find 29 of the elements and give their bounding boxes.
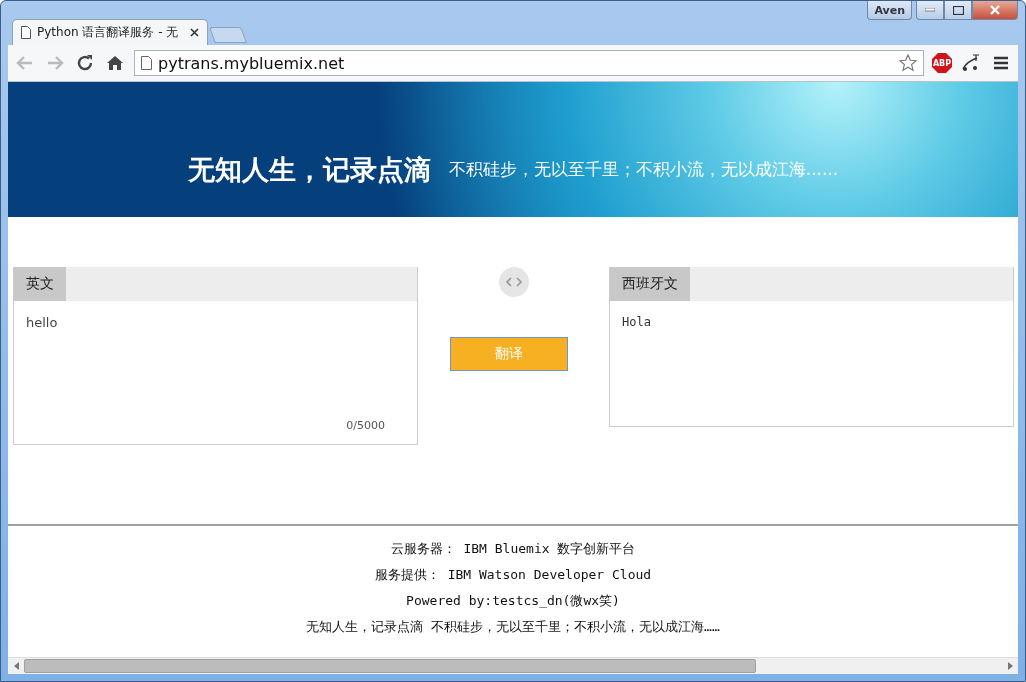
- site-slogan: 不积硅步，无以至千里；不积小流，无以成江海......: [448, 158, 839, 181]
- page-icon: [21, 26, 31, 39]
- source-text[interactable]: hello: [14, 301, 417, 419]
- code-brackets-icon: [505, 277, 522, 287]
- footer-text: 无知人生，记录点滴 不积硅步，无以至千里；不积小流，无以成江海……: [306, 618, 720, 636]
- character-counter: 0/5000: [346, 419, 385, 432]
- maximize-icon: [952, 5, 964, 15]
- language-tab[interactable]: 英文: [14, 267, 66, 301]
- swap-button[interactable]: [498, 267, 529, 297]
- close-icon: [990, 5, 1000, 15]
- horizontal-scrollbar[interactable]: [8, 657, 1018, 674]
- close-icon[interactable]: [190, 28, 199, 37]
- footer-text: 服务提供： IBM Watson Developer Cloud: [374, 566, 652, 584]
- site-title: 无知人生，记录点滴: [187, 152, 431, 187]
- profile-button[interactable]: Aven: [867, 1, 912, 20]
- address-bar[interactable]: pytrans.mybluemix.net: [134, 50, 924, 76]
- browser-tab[interactable]: Python 语言翻译服务 - 无: [12, 19, 208, 45]
- scroll-left-icon[interactable]: [13, 662, 19, 670]
- language-tab[interactable]: 西班牙文: [610, 267, 690, 301]
- translated-text: Hola: [621, 314, 652, 331]
- maximize-button[interactable]: [944, 1, 972, 20]
- minimize-icon: [925, 8, 935, 12]
- scroll-right-icon[interactable]: [1007, 662, 1013, 670]
- footer-text: Powered by:testcs_dn(微wx笑): [406, 592, 620, 610]
- adblock-button[interactable]: ABP: [932, 53, 952, 73]
- page-icon: [141, 56, 152, 70]
- footer-text: 云服务器： IBM Bluemix 数字创新平台: [390, 540, 636, 558]
- star-icon[interactable]: [899, 54, 917, 72]
- close-button[interactable]: [972, 1, 1018, 20]
